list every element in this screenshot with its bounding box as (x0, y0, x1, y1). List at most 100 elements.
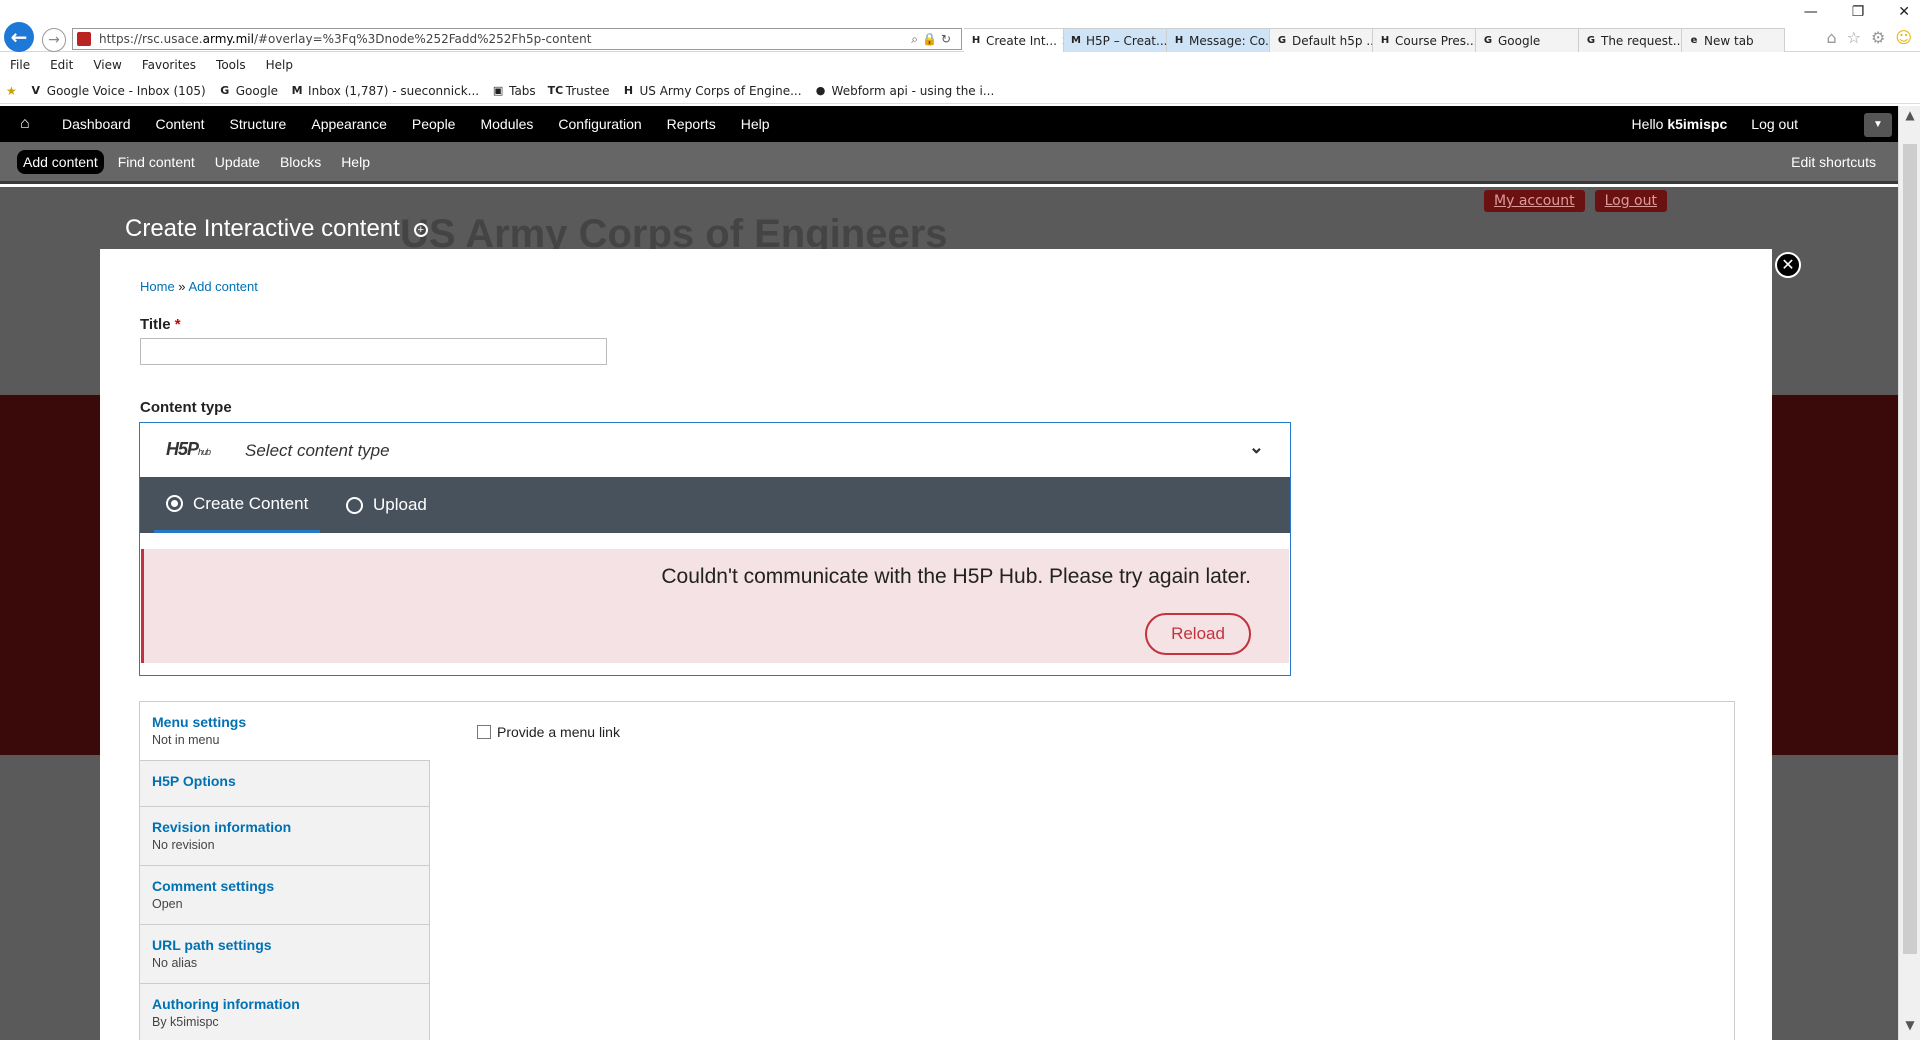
select-content-type[interactable]: Select content type (245, 441, 390, 461)
browser-tab[interactable]: G Default h5p ... (1270, 28, 1373, 52)
browser-tab[interactable]: M H5P – Creat... (1064, 28, 1167, 52)
vertical-tab-summary: By k5imispc (152, 1015, 219, 1029)
shortcut-item[interactable]: Update (209, 150, 266, 174)
browser-tab-label: Default h5p ... (1292, 33, 1373, 48)
browser-menu-item[interactable]: Help (266, 54, 293, 76)
vertical-tab-summary: Open (152, 897, 183, 911)
admin-menu-item[interactable]: Appearance (311, 106, 387, 142)
favorite-link[interactable]: G Google (218, 78, 278, 103)
browser-tab-label: The request... (1601, 33, 1682, 48)
scroll-thumb[interactable] (1903, 144, 1917, 954)
lock-icon[interactable]: 🔒 (922, 32, 941, 46)
favorite-link[interactable]: TC Trustee (548, 78, 610, 103)
scroll-up-icon[interactable]: ▲ (1899, 108, 1920, 128)
reload-button[interactable]: Reload (1145, 613, 1251, 655)
h5p-tabs: Create Content Upload (140, 477, 1290, 533)
title-label: Title * (140, 316, 181, 333)
toolbar-logout-link[interactable]: Log out (1751, 106, 1798, 142)
breadcrumb-home[interactable]: Home (140, 279, 175, 294)
admin-menu-item[interactable]: Structure (230, 106, 287, 142)
close-window-icon[interactable]: ✕ (1898, 4, 1910, 20)
site-account-links: My account Log out (1484, 190, 1667, 212)
tab-upload[interactable]: Upload (334, 477, 439, 533)
vertical-tab[interactable]: Revision information No revision (140, 807, 430, 866)
page-scrollbar[interactable]: ▲ ▼ (1898, 106, 1920, 1040)
shortcut-item[interactable]: Find content (112, 150, 201, 174)
tab-create-content[interactable]: Create Content (154, 477, 321, 533)
browser-tab[interactable]: e New tab (1682, 28, 1785, 52)
browser-menu-item[interactable]: Tools (216, 54, 246, 76)
admin-menu-item[interactable]: People (412, 106, 456, 142)
radio-unselected-icon (346, 496, 363, 514)
admin-menu-item[interactable]: Content (156, 106, 205, 142)
vertical-tab-title: Authoring information (152, 996, 300, 1012)
favorite-favicon-icon: H (623, 83, 634, 97)
browser-chrome: ← → https://rsc.usace.army.mil/#overlay=… (0, 0, 1920, 52)
address-tools[interactable]: ⌕🔒↻ (911, 29, 955, 49)
browser-menu-item[interactable]: View (93, 54, 121, 76)
tab-upload-label: Upload (373, 495, 427, 514)
search-icon[interactable]: ⌕ (911, 32, 922, 46)
minimize-icon[interactable]: — (1804, 4, 1818, 20)
browser-tab[interactable]: HCreate Int...✕ (964, 28, 1064, 52)
back-arrow-icon[interactable]: ← (4, 22, 34, 52)
admin-menu-item[interactable]: Reports (667, 106, 716, 142)
add-favorite-icon[interactable]: ★ (6, 78, 17, 103)
vertical-tab[interactable]: H5P Options (140, 761, 430, 807)
forward-arrow-icon[interactable]: → (42, 28, 66, 52)
admin-menu-item[interactable]: Configuration (558, 106, 641, 142)
shortcut-item[interactable]: Help (335, 150, 376, 174)
title-input[interactable] (140, 338, 607, 365)
browser-menu-item[interactable]: Favorites (142, 54, 196, 76)
edit-shortcuts-link[interactable]: Edit shortcuts (1791, 154, 1876, 170)
shortcut-item[interactable]: Blocks (274, 150, 327, 174)
admin-menu-item[interactable]: Help (741, 106, 770, 142)
browser-tab[interactable]: G The request... (1579, 28, 1682, 52)
h5p-hub-header[interactable]: H5Phub Select content type ⌄ (140, 423, 1290, 477)
browser-menu-item[interactable]: Edit (50, 54, 73, 76)
browser-tab[interactable]: H Course Pres... (1373, 28, 1476, 52)
restore-icon[interactable]: ❐ (1852, 4, 1865, 20)
refresh-icon[interactable]: ↻ (941, 32, 955, 46)
tab-favicon-icon: G (1483, 34, 1493, 46)
tab-favicon-icon: G (1586, 34, 1596, 46)
my-account-link[interactable]: My account (1484, 190, 1585, 212)
shortcuts-bar: Add content Find content Update Blocks Help … (0, 142, 1898, 184)
address-bar[interactable]: https://rsc.usace.army.mil/#overlay=%3Fq… (72, 28, 962, 50)
vertical-tab[interactable]: Comment settings Open (140, 866, 430, 925)
favorite-label: Google Voice - Inbox (105) (46, 83, 206, 98)
menu-link-option[interactable]: Provide a menu link (477, 724, 620, 740)
favorite-link[interactable]: V Google Voice - Inbox (105) (29, 78, 206, 103)
breadcrumb-add-content[interactable]: Add content (188, 279, 257, 294)
vertical-tab-list: Menu settings Not in menu H5P Options Revis… (140, 702, 430, 1040)
smiley-icon[interactable]: ☺ (1895, 28, 1912, 47)
site-logout-link[interactable]: Log out (1594, 190, 1667, 212)
favorite-link[interactable]: ▣ Tabs (491, 78, 536, 103)
hub-error-message: Couldn't communicate with the H5P Hub. P… (141, 549, 1289, 663)
home-icon[interactable]: ⌂ (20, 115, 30, 133)
url-path: /#overlay=%3Fq%3Dnode%252Fadd%252Fh5p-co… (253, 32, 592, 46)
vertical-tab[interactable]: Authoring information By k5imispc (140, 984, 430, 1040)
favorites-star-icon[interactable]: ☆ (1847, 28, 1861, 47)
scroll-down-icon[interactable]: ▼ (1899, 1018, 1920, 1038)
settings-gear-icon[interactable]: ⚙ (1871, 28, 1885, 47)
home-icon[interactable]: ⌂ (1826, 28, 1836, 47)
favorite-favicon-icon: M (291, 83, 303, 97)
username[interactable]: k5imispc (1667, 116, 1727, 132)
browser-tab[interactable]: H Message: Co... (1167, 28, 1270, 52)
admin-menu-item[interactable]: Modules (480, 106, 533, 142)
shortcut-item[interactable]: Add content (17, 150, 104, 174)
vertical-tab[interactable]: URL path settings No alias (140, 925, 430, 984)
shortcuts-toggle-icon[interactable]: ▼ (1864, 113, 1892, 137)
vertical-tab[interactable]: Menu settings Not in menu (140, 702, 430, 761)
add-shortcut-icon[interactable]: + (413, 222, 428, 237)
favorite-link[interactable]: M Inbox (1,787) - sueconnick... (290, 78, 480, 103)
favorite-link[interactable]: ● Webform api - using the i... (814, 78, 995, 103)
chevron-down-icon[interactable]: ⌄ (1249, 437, 1264, 458)
favorite-link[interactable]: H US Army Corps of Engine... (622, 78, 802, 103)
browser-menu-item[interactable]: File (10, 54, 30, 76)
browser-tab[interactable]: G Google (1476, 28, 1579, 52)
menu-link-checkbox[interactable] (477, 725, 491, 739)
admin-menu-item[interactable]: Dashboard (62, 106, 131, 142)
close-overlay-icon[interactable]: ✕ (1775, 252, 1801, 278)
